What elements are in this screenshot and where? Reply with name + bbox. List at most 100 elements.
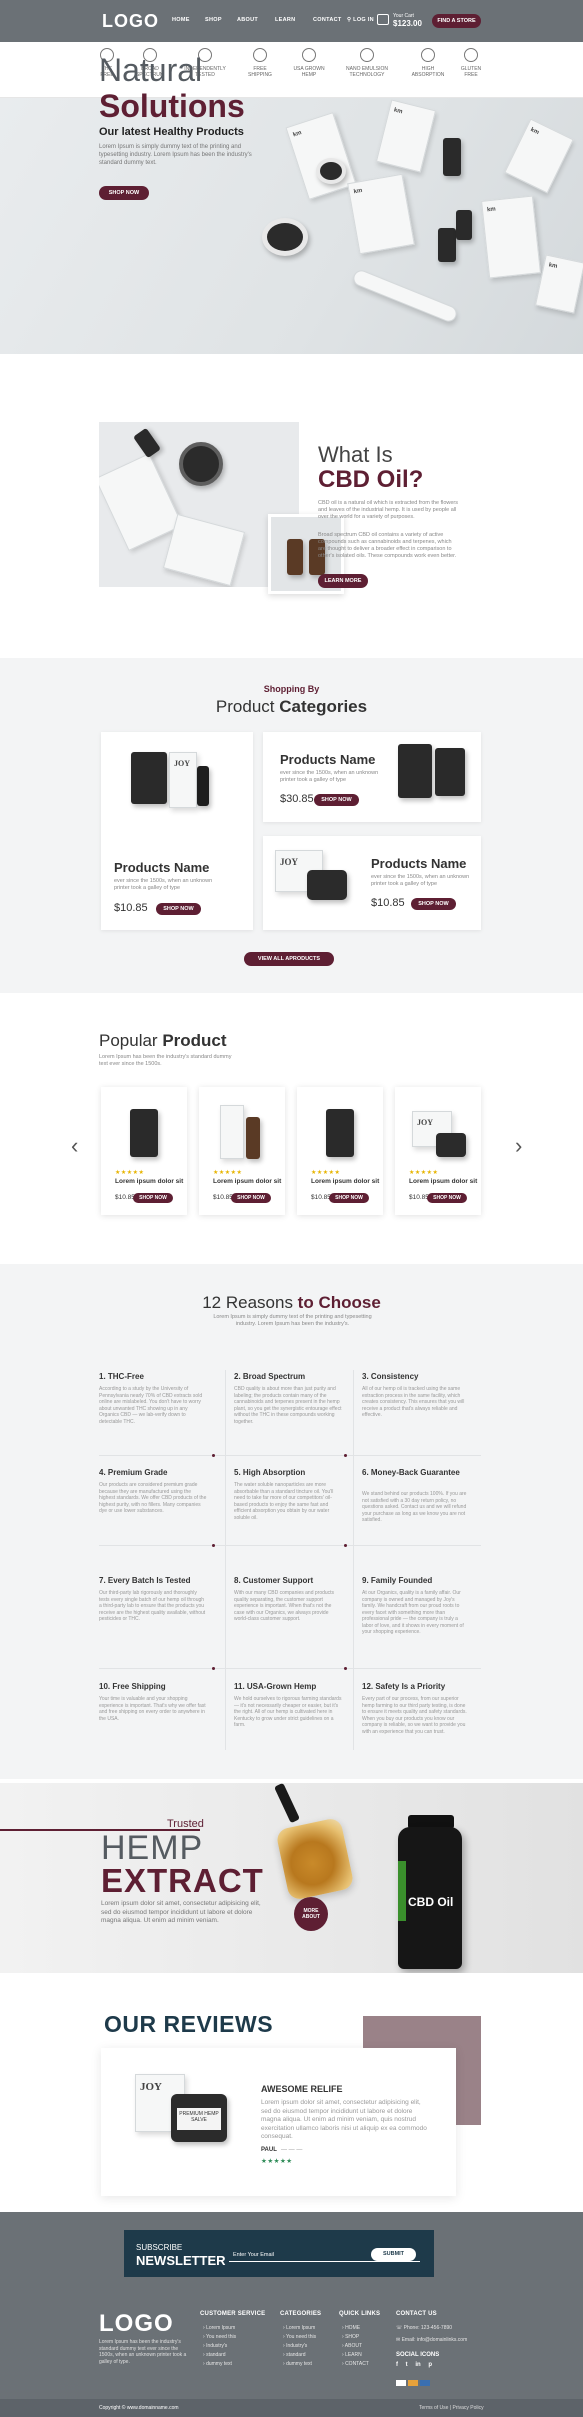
- hemp-extract-banner: CBD Oil: [0, 1783, 583, 1973]
- product-name[interactable]: Lorem ipsum dolor sit: [409, 1178, 477, 1185]
- category-card-large[interactable]: JOY Products Name ever since the 1500s, …: [101, 732, 253, 930]
- shop-now-button[interactable]: SHOP NOW: [427, 1193, 467, 1203]
- popular-product-card[interactable]: JOY ★★★★★ Lorem ipsum dolor sit $10.85 S…: [395, 1087, 481, 1215]
- footer-link[interactable]: standard: [283, 2352, 305, 2358]
- nav-about[interactable]: ABOUT: [237, 17, 258, 23]
- nav-login[interactable]: ⚲ LOG IN: [347, 17, 374, 23]
- reasons-title: 12 Reasons to Choose: [202, 1293, 381, 1312]
- footer-link[interactable]: standard: [203, 2352, 225, 2358]
- hero-body: Lorem Ipsum is simply dummy text of the …: [99, 144, 252, 166]
- product-name[interactable]: Lorem ipsum dolor sit: [115, 1178, 183, 1185]
- popular-product-card[interactable]: ★★★★★ Lorem ipsum dolor sit $10.85 SHOP …: [199, 1087, 285, 1215]
- view-all-products-button[interactable]: VIEW ALL APRODUCTS: [244, 952, 334, 966]
- footer-link[interactable]: dummy text: [203, 2361, 232, 2367]
- facebook-icon[interactable]: f: [396, 2362, 398, 2368]
- footer-link[interactable]: dummy text: [283, 2361, 312, 2367]
- twitter-icon[interactable]: t: [406, 2362, 408, 2368]
- header-logo[interactable]: LOGO: [102, 11, 159, 32]
- product-box: km: [285, 112, 357, 200]
- feature-label: USA GROWN HEMP: [293, 66, 325, 78]
- cart-icon[interactable]: [377, 14, 389, 25]
- popular-product-card[interactable]: ★★★★★ Lorem ipsum dolor sit $10.85 SHOP …: [297, 1087, 383, 1215]
- shop-now-button[interactable]: SHOP NOW: [411, 898, 456, 910]
- footer-link[interactable]: Lorem Ipsum: [203, 2325, 235, 2331]
- carousel-next-icon[interactable]: ›: [515, 1133, 522, 1159]
- footer-logo[interactable]: LOGO: [99, 2310, 174, 2338]
- shop-now-button[interactable]: SHOP NOW: [329, 1193, 369, 1203]
- popular-product-card[interactable]: ★★★★★ Lorem ipsum dolor sit $10.85 SHOP …: [101, 1087, 187, 1215]
- footer-link[interactable]: SHOP: [342, 2334, 359, 2340]
- product-box: km: [535, 254, 583, 314]
- footer-link[interactable]: Industry's: [203, 2343, 227, 2349]
- contact-phone[interactable]: ☏ Phone: 123-456-7890: [396, 2325, 452, 2331]
- bottle-stripe: [398, 1861, 406, 1921]
- product-box: km: [481, 195, 541, 279]
- linkedin-icon[interactable]: in: [415, 2362, 420, 2368]
- shop-now-button[interactable]: SHOP NOW: [231, 1193, 271, 1203]
- category-card[interactable]: Products Name ever since the 1500s, when…: [263, 732, 481, 822]
- grid-dot: [344, 1544, 347, 1547]
- product-tube: [351, 267, 459, 325]
- shop-now-button[interactable]: SHOP NOW: [314, 794, 359, 806]
- shop-now-button[interactable]: SHOP NOW: [133, 1193, 173, 1203]
- nav-shop[interactable]: SHOP: [205, 17, 222, 23]
- product-bottle: [398, 744, 432, 798]
- product-name[interactable]: Products Name: [371, 856, 466, 871]
- category-card[interactable]: JOY Products Name ever since the 1500s, …: [263, 836, 481, 930]
- find-store-button[interactable]: FIND A STORE: [432, 14, 481, 28]
- footer-link[interactable]: Lorem Ipsum: [283, 2325, 315, 2331]
- nav-learn[interactable]: LEARN: [275, 17, 295, 23]
- nav-home[interactable]: HOME: [172, 17, 190, 23]
- truck-icon: [253, 48, 267, 62]
- hero-shop-button[interactable]: SHOP NOW: [99, 186, 149, 200]
- product-bottle: [287, 539, 303, 575]
- popular-title: Popular Product: [99, 1031, 227, 1050]
- categories-title: Product Categories: [215, 697, 368, 716]
- footer-link[interactable]: Industry's: [283, 2343, 307, 2349]
- footer-link[interactable]: CONTACT: [342, 2361, 369, 2367]
- footer-link[interactable]: LEARN: [342, 2352, 362, 2358]
- hemp-title-line2: EXTRACT: [101, 1862, 264, 1899]
- grid-dot: [344, 1667, 347, 1670]
- product-name[interactable]: Products Name: [114, 860, 209, 875]
- reason-title: 6. Money-Back Guarantee: [362, 1468, 460, 1477]
- terms-links[interactable]: Terms of Use | Privacy Policy: [419, 2405, 484, 2411]
- pinterest-icon[interactable]: p: [428, 2362, 432, 2368]
- nav-contact[interactable]: CONTACT: [313, 17, 342, 23]
- footer-link[interactable]: You need this: [203, 2334, 236, 2340]
- newsletter-title-1: SUBSCRIBE: [136, 2243, 183, 2252]
- rating-stars: ★★★★★: [115, 1170, 145, 1176]
- product-jar: PREMIUM HEMP SALVE: [171, 2094, 227, 2142]
- product-price: $10.85: [114, 902, 148, 914]
- footer-col-title: CUSTOMER SERVICE: [200, 2311, 266, 2317]
- footer-link[interactable]: ABOUT: [342, 2343, 362, 2349]
- grid-divider: [225, 1370, 226, 1750]
- reason-body: Our products are considered premium grad…: [99, 1482, 207, 1514]
- product-name[interactable]: Lorem ipsum dolor sit: [311, 1178, 379, 1185]
- grid-divider: [99, 1668, 481, 1669]
- product-name[interactable]: Products Name: [280, 752, 375, 767]
- more-about-button[interactable]: MORE ABOUT: [294, 1897, 328, 1931]
- footer-link[interactable]: You need this: [283, 2334, 316, 2340]
- carousel-prev-icon[interactable]: ‹: [71, 1133, 78, 1159]
- grid-divider: [353, 1370, 354, 1750]
- learn-more-button[interactable]: LEARN MORE: [318, 574, 368, 588]
- reason-body: The water soluble nanoparticles are more…: [234, 1482, 334, 1521]
- product-box: km: [504, 118, 574, 194]
- reason-title: 11. USA-Grown Hemp: [234, 1682, 317, 1691]
- newsletter-submit-button[interactable]: SUBMIT: [371, 2248, 416, 2261]
- reason-title: 7. Every Batch Is Tested: [99, 1576, 191, 1585]
- product-name[interactable]: Lorem ipsum dolor sit: [213, 1178, 281, 1185]
- grid-divider: [99, 1545, 481, 1546]
- product-box: km: [375, 99, 437, 173]
- whatis-paragraph-1: CBD oil is a natural oil which is extrac…: [318, 500, 458, 520]
- contact-email[interactable]: ✉ Email: info@domainlinks.com: [396, 2337, 467, 2343]
- product-desc: ever since the 1500s, when an unknown pr…: [280, 770, 379, 783]
- shop-now-button[interactable]: SHOP NOW: [156, 903, 201, 915]
- reason-body: According to a study by the University o…: [99, 1386, 203, 1425]
- product-price: $10.85: [311, 1194, 331, 1201]
- product-image: [310, 1095, 370, 1165]
- footer-link[interactable]: HOME: [342, 2325, 360, 2331]
- reason-body: We hold ourselves to rigorous farming st…: [234, 1696, 342, 1728]
- product-jar: [436, 1133, 466, 1157]
